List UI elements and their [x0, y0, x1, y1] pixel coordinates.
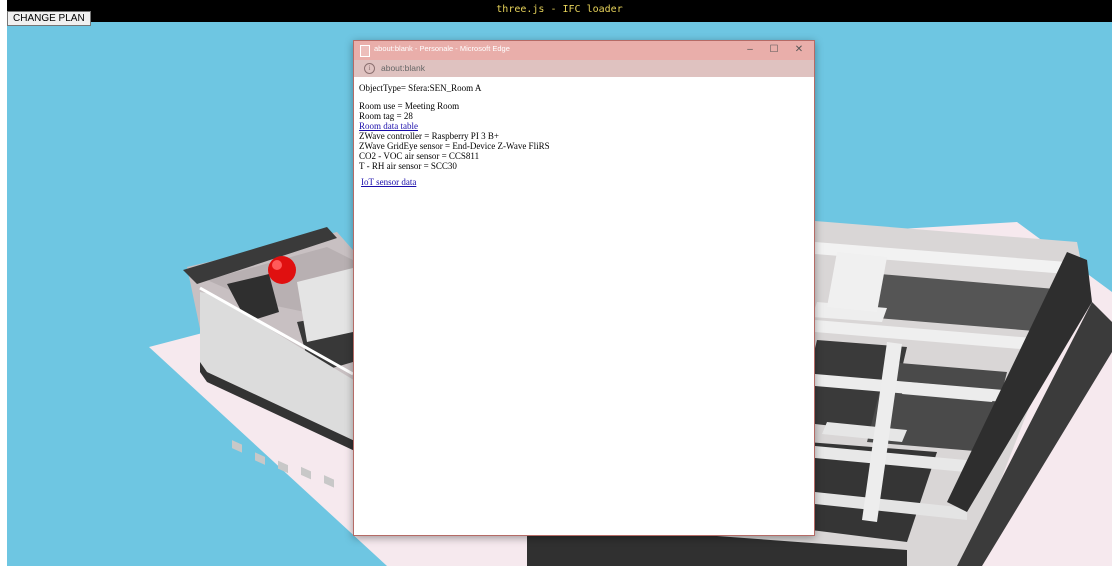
- address-bar[interactable]: i about:blank: [354, 60, 814, 77]
- app-title: three.js - IFC loader: [496, 4, 623, 15]
- close-button[interactable]: ✕: [791, 43, 807, 57]
- sensor-sphere[interactable]: [268, 256, 296, 284]
- room-use-text: Room use = Meeting Room: [359, 101, 460, 111]
- iot-sensor-data-link[interactable]: IoT sensor data: [361, 177, 416, 187]
- wall-6: [827, 252, 887, 312]
- t-rh-sensor-text: T - RH air sensor = SCC30: [359, 161, 457, 171]
- object-type-text: ObjectType= Sfera:SEN_Room A: [359, 83, 482, 93]
- top-bar: three.js - IFC loader: [7, 0, 1112, 22]
- 3d-viewport[interactable]: three.js - IFC loader CHANGE PLAN about:…: [7, 0, 1112, 566]
- window-1: [232, 440, 242, 453]
- room-tag-text: Room tag = 28: [359, 111, 413, 121]
- popup-titlebar[interactable]: about:blank - Personale - Microsoft Edge…: [354, 41, 814, 60]
- zwave-controller-text: ZWave controller = Raspberry PI 3 B+: [359, 131, 499, 141]
- maximize-button[interactable]: ☐: [766, 43, 782, 57]
- popup-content: ObjectType= Sfera:SEN_Room A Room use = …: [359, 83, 809, 187]
- popup-window-title: about:blank - Personale - Microsoft Edge: [374, 44, 510, 53]
- change-plan-button[interactable]: CHANGE PLAN: [7, 11, 91, 26]
- page-icon: [360, 45, 370, 57]
- minimize-button[interactable]: –: [742, 43, 758, 57]
- sensor-sphere-highlight: [272, 260, 282, 270]
- browser-popup-window[interactable]: about:blank - Personale - Microsoft Edge…: [353, 40, 815, 536]
- zwave-grideye-text: ZWave GridEye sensor = End-Device Z-Wave…: [359, 141, 550, 151]
- room-data-table-link[interactable]: Room data table: [359, 121, 418, 131]
- window-2: [255, 452, 265, 465]
- info-icon[interactable]: i: [364, 63, 375, 74]
- co2-sensor-text: CO2 - VOC air sensor = CCS811: [359, 151, 480, 161]
- url-text[interactable]: about:blank: [381, 63, 425, 73]
